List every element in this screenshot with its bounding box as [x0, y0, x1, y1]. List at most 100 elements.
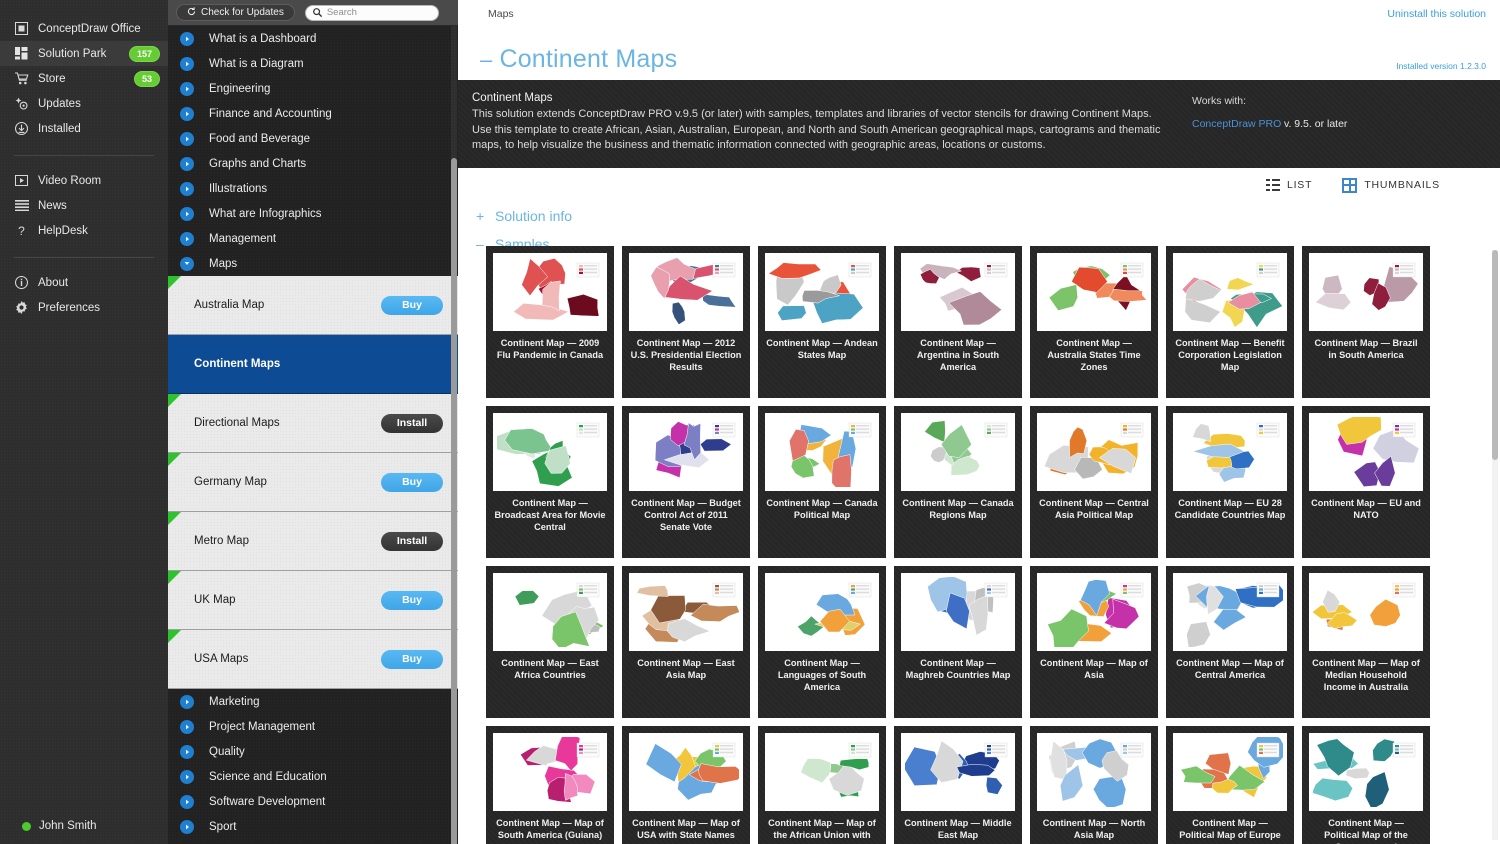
nav-item-about[interactable]: About	[0, 270, 168, 295]
solution-item-metro-map[interactable]: Metro Map Install	[168, 512, 458, 571]
buy-button[interactable]: Buy	[381, 472, 443, 492]
sample-label: Continent Map — Benefit Corporation Legi…	[1175, 338, 1285, 372]
breadcrumb[interactable]: Maps	[488, 6, 514, 46]
check-for-updates-label: Check for Updates	[201, 7, 284, 18]
category-item[interactable]: Finance and Accounting	[168, 101, 458, 126]
sample-card[interactable]: Continent Map — East Africa Countries	[486, 566, 614, 718]
install-button[interactable]: Install	[381, 413, 443, 433]
nav-item-preferences[interactable]: Preferences	[0, 295, 168, 320]
news-icon	[14, 198, 29, 213]
sample-card[interactable]: Continent Map — Canada Political Map	[758, 406, 886, 558]
view-list-button[interactable]: LIST	[1265, 179, 1312, 191]
solution-item-australia-map[interactable]: Australia Map Buy	[168, 276, 458, 335]
search-input[interactable]: Search	[304, 4, 439, 21]
sample-card[interactable]: Continent Map — Broadcast Area for Movie…	[486, 406, 614, 558]
category-item[interactable]: What is a Diagram	[168, 51, 458, 76]
category-item[interactable]: Illustrations	[168, 176, 458, 201]
sample-card[interactable]: Continent Map — EU 28 Candidate Countrie…	[1166, 406, 1294, 558]
sample-card[interactable]: Continent Map — Andean States Map	[758, 246, 886, 398]
nav-item-news[interactable]: News	[0, 193, 168, 218]
category-item[interactable]: Software Development	[168, 789, 458, 814]
solutions-panel-scrollbar[interactable]	[451, 26, 457, 844]
nav-item-store[interactable]: Store 53	[0, 66, 168, 91]
scrollbar-thumb[interactable]	[451, 158, 457, 844]
nav-item-installed[interactable]: Installed	[0, 116, 168, 141]
sample-card[interactable]: Continent Map — Map of Asia	[1030, 566, 1158, 718]
sample-card[interactable]: Continent Map — Languages of South Ameri…	[758, 566, 886, 718]
sample-card[interactable]: Continent Map — East Asia Map	[622, 566, 750, 718]
nav-item-conceptdraw-office[interactable]: ConceptDraw Office	[0, 16, 168, 41]
nav-item-video-room[interactable]: Video Room	[0, 168, 168, 193]
category-item[interactable]: Graphs and Charts	[168, 151, 458, 176]
new-corner-marker	[168, 630, 181, 643]
sample-card[interactable]: Continent Map — Map of Median Household …	[1302, 566, 1430, 718]
sample-card[interactable]: Continent Map — Map of South America (Gu…	[486, 726, 614, 844]
category-item[interactable]: Management	[168, 226, 458, 251]
sample-card[interactable]: Continent Map — Brazil in South America	[1302, 246, 1430, 398]
sample-card[interactable]: Continent Map — EU and NATO	[1302, 406, 1430, 558]
category-item[interactable]: What is a Dashboard	[168, 26, 458, 51]
sample-card[interactable]: Continent Map — Argentina in South Ameri…	[894, 246, 1022, 398]
sample-thumbnail-canada-political	[765, 413, 879, 491]
sample-label: Continent Map — EU 28 Candidate Countrie…	[1174, 498, 1286, 520]
nav-item-solution-park[interactable]: Solution Park 157	[0, 41, 168, 66]
check-for-updates-button[interactable]: Check for Updates	[176, 4, 295, 21]
category-item[interactable]: Food and Beverage	[168, 126, 458, 151]
section-solution-info[interactable]: + Solution info	[476, 202, 1500, 230]
uninstall-solution-link[interactable]: Uninstall this solution	[1387, 6, 1486, 46]
sample-thumbnail-south-america-argentina	[901, 253, 1015, 331]
sample-card[interactable]: Continent Map — Central Asia Political M…	[1030, 406, 1158, 558]
sample-card[interactable]: Continent Map — Australia States Time Zo…	[1030, 246, 1158, 398]
nav-item-helpdesk[interactable]: ? HelpDesk	[0, 218, 168, 243]
new-corner-marker	[168, 276, 181, 289]
works-with-version: v. 9.5. or later	[1284, 118, 1348, 130]
solution-item-usa-maps[interactable]: USA Maps Buy	[168, 630, 458, 689]
chevron-right-icon	[180, 31, 194, 46]
install-button[interactable]: Install	[381, 531, 443, 551]
works-with-app-link[interactable]: ConceptDraw PRO	[1192, 118, 1284, 130]
solution-item-germany-map[interactable]: Germany Map Buy	[168, 453, 458, 512]
sample-card[interactable]: Continent Map — Canada Regions Map	[894, 406, 1022, 558]
buy-button[interactable]: Buy	[381, 590, 443, 610]
sample-card[interactable]: Continent Map — Map of the African Union…	[758, 726, 886, 844]
sample-card[interactable]: Continent Map — 2012 U.S. Presidential E…	[622, 246, 750, 398]
sample-card[interactable]: Continent Map — Political Map of Europe	[1166, 726, 1294, 844]
buy-button[interactable]: Buy	[381, 295, 443, 315]
solution-item-directional-maps[interactable]: Directional Maps Install	[168, 394, 458, 453]
category-item[interactable]: Sport	[168, 814, 458, 839]
collapse-toggle-icon[interactable]: –	[480, 47, 492, 73]
user-status[interactable]: John Smith	[0, 820, 97, 832]
chevron-right-icon	[180, 81, 194, 96]
category-item[interactable]: Science and Education	[168, 764, 458, 789]
sample-card[interactable]: Continent Map — Middle East Map	[894, 726, 1022, 844]
category-label: Software Development	[209, 795, 326, 808]
sample-card[interactable]: Continent Map — Budget Control Act of 20…	[622, 406, 750, 558]
sample-card[interactable]: Continent Map — Map of Central America	[1166, 566, 1294, 718]
solution-item-uk-map[interactable]: UK Map Buy	[168, 571, 458, 630]
samples-scrollbar[interactable]	[1492, 250, 1498, 840]
sample-card[interactable]: Continent Map — North Asia Map	[1030, 726, 1158, 844]
category-item[interactable]: Marketing	[168, 689, 458, 714]
buy-button[interactable]: Buy	[381, 649, 443, 669]
scrollbar-thumb[interactable]	[1492, 250, 1498, 460]
sample-thumbnail-canada-regions	[901, 413, 1015, 491]
sample-card[interactable]: Continent Map — Maghreb Countries Map	[894, 566, 1022, 718]
works-with-label: Works with:	[1192, 95, 1247, 107]
nav-item-updates[interactable]: Updates	[0, 91, 168, 116]
category-item[interactable]: What are Infographics	[168, 201, 458, 226]
description-title: Continent Maps	[472, 92, 553, 104]
sample-card[interactable]: Continent Map — Political Map of the Cau…	[1302, 726, 1430, 844]
view-thumbnails-button[interactable]: THUMBNAILS	[1342, 177, 1440, 193]
solution-item-continent-maps[interactable]: Continent Maps	[168, 335, 458, 394]
category-item[interactable]: Project Management	[168, 714, 458, 739]
category-item[interactable]: Engineering	[168, 76, 458, 101]
sample-card[interactable]: Continent Map — 2009 Flu Pandemic in Can…	[486, 246, 614, 398]
solution-name: UK Map	[194, 594, 236, 606]
chevron-right-icon	[180, 769, 194, 784]
category-item[interactable]: Quality	[168, 739, 458, 764]
sample-card[interactable]: Continent Map — Benefit Corporation Legi…	[1166, 246, 1294, 398]
category-item-maps[interactable]: Maps	[168, 251, 458, 276]
chevron-right-icon	[180, 181, 194, 196]
page-title[interactable]: – Continent Maps	[480, 45, 677, 74]
sample-card[interactable]: Continent Map — Map of USA with State Na…	[622, 726, 750, 844]
